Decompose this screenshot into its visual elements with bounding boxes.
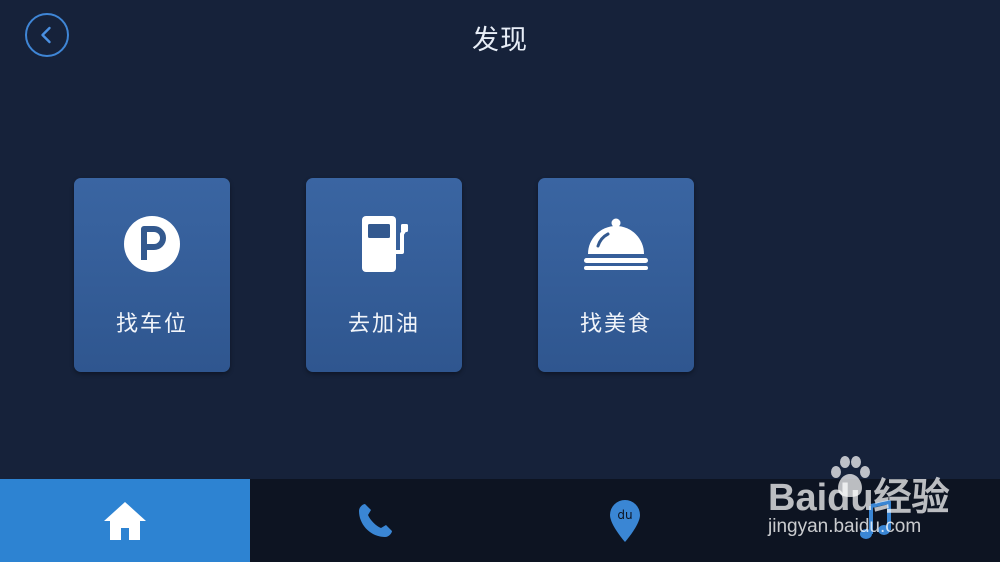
discover-tiles: 找车位 去加油 找美食 bbox=[74, 178, 694, 372]
tile-find-parking[interactable]: 找车位 bbox=[74, 178, 230, 372]
phone-icon bbox=[359, 503, 392, 537]
music-icon bbox=[860, 499, 891, 539]
parking-icon bbox=[124, 216, 180, 272]
page-title: 发现 bbox=[472, 25, 528, 56]
nav-home[interactable] bbox=[0, 479, 250, 562]
nav-phone[interactable] bbox=[250, 479, 500, 562]
header: 发现 bbox=[0, 0, 1000, 75]
nav-map[interactable]: du bbox=[500, 479, 750, 562]
bottom-nav-bar: du bbox=[0, 479, 1000, 562]
map-pin-icon: du bbox=[610, 499, 640, 542]
tile-refuel[interactable]: 去加油 bbox=[306, 178, 462, 372]
tile-label: 去加油 bbox=[347, 312, 420, 337]
food-cloche-icon bbox=[584, 218, 648, 270]
svg-text:du: du bbox=[617, 508, 632, 522]
home-icon bbox=[104, 501, 146, 540]
fuel-pump-icon bbox=[362, 216, 408, 272]
tile-find-food[interactable]: 找美食 bbox=[538, 178, 694, 372]
tile-label: 找车位 bbox=[115, 312, 188, 337]
nav-music[interactable] bbox=[750, 479, 1000, 562]
tile-label: 找美食 bbox=[579, 312, 652, 337]
